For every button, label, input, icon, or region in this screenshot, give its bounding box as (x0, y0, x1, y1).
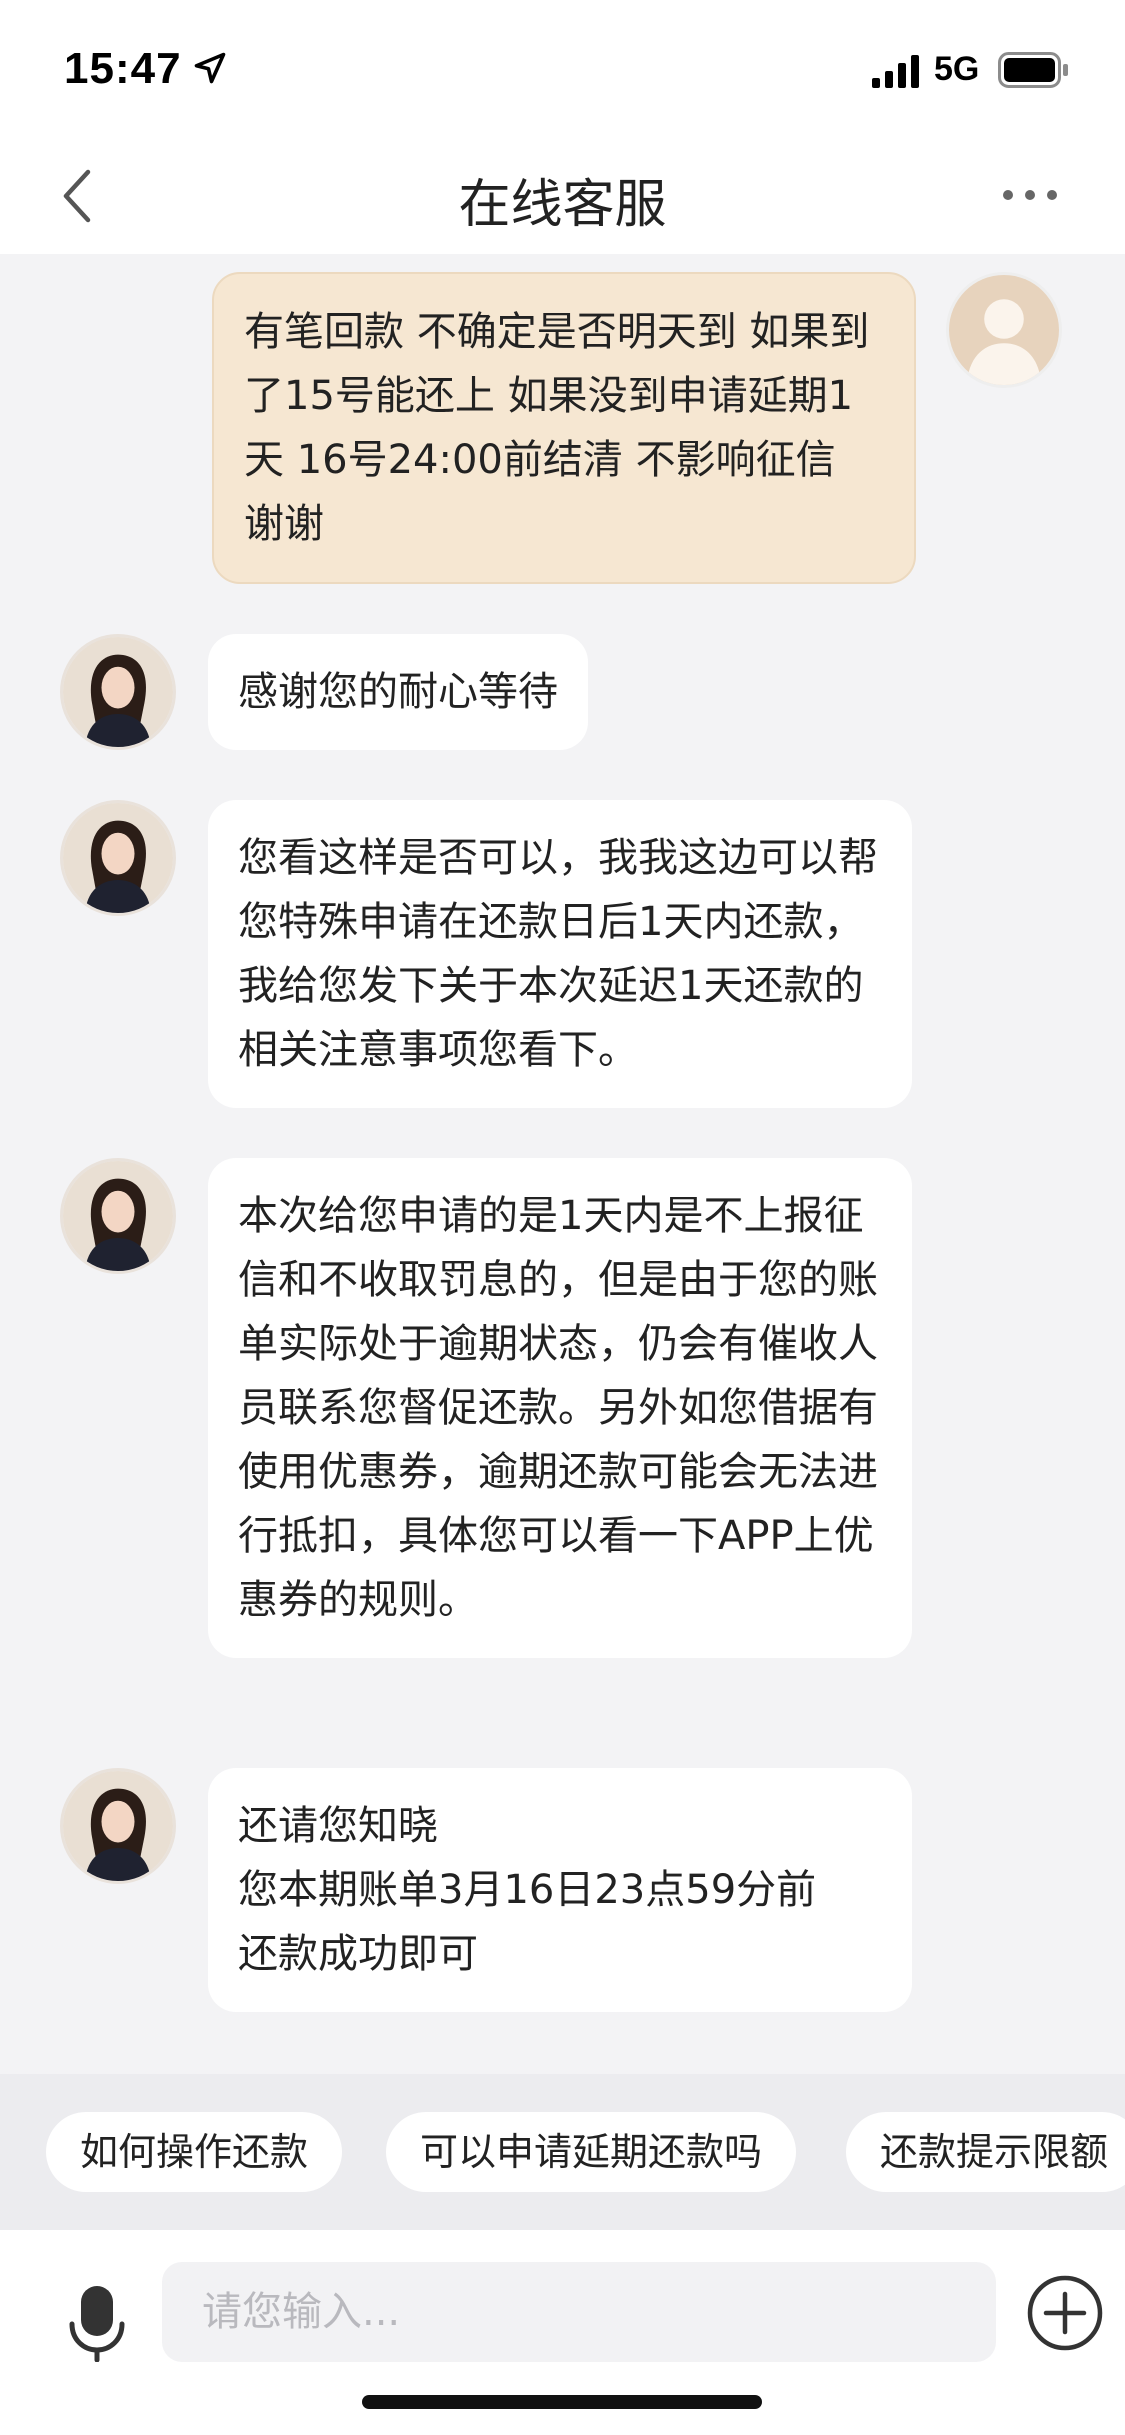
quick-reply-chip[interactable]: 可以申请延期还款吗 (386, 2112, 797, 2192)
message-bubble-agent: 感谢您的耐心等待 (208, 634, 588, 750)
nav-bar: 在线客服 (0, 140, 1125, 254)
user-silhouette-icon (949, 275, 1059, 385)
signal-bars-icon (872, 55, 919, 88)
agent-portrait-icon (63, 1771, 173, 1881)
page-title: 在线客服 (458, 175, 667, 235)
agent-avatar (60, 1158, 176, 1274)
location-arrow-icon (194, 52, 226, 84)
message-row-agent: 您看这样是否可以，我我这边可以帮您特殊申请在还款日后1天内还款，我给您发下关于本… (0, 800, 1125, 1120)
agent-portrait-icon (63, 1161, 173, 1271)
microphone-icon[interactable] (64, 2282, 130, 2362)
network-type: 5G (934, 50, 980, 88)
user-avatar (946, 272, 1062, 388)
chat-area: 有笔回款 不确定是否明天到 如果到了15号能还上 如果没到申请延期1天 16号2… (0, 254, 1125, 2074)
message-line: 还款成功即可 (238, 1931, 478, 1977)
battery-icon (998, 52, 1068, 88)
message-row-agent: 还请您知晓 您本期账单3月16日23点59分前 还款成功即可 (0, 1768, 1125, 2018)
status-bar: 15:47 5G (0, 0, 1125, 140)
home-indicator (362, 2395, 762, 2409)
message-row-agent: 本次给您申请的是1天内是不上报征信和不收取罚息的，但是由于您的账单实际处于逾期状… (0, 1158, 1125, 1718)
quick-reply-bar: 如何操作还款 可以申请延期还款吗 还款提示限额 (0, 2074, 1125, 2230)
message-bubble-agent: 您看这样是否可以，我我这边可以帮您特殊申请在还款日后1天内还款，我给您发下关于本… (208, 800, 912, 1108)
plus-circle-icon[interactable] (1026, 2274, 1104, 2352)
status-time: 15:47 (64, 44, 182, 93)
agent-avatar (60, 1768, 176, 1884)
message-bubble-agent: 本次给您申请的是1天内是不上报征信和不收取罚息的，但是由于您的账单实际处于逾期状… (208, 1158, 912, 1658)
message-bubble-user: 有笔回款 不确定是否明天到 如果到了15号能还上 如果没到申请延期1天 16号2… (212, 272, 916, 584)
message-bubble-agent: 还请您知晓 您本期账单3月16日23点59分前 还款成功即可 (208, 1768, 912, 2012)
more-dots-icon[interactable] (1000, 180, 1060, 210)
message-input[interactable] (162, 2262, 996, 2362)
agent-portrait-icon (63, 803, 173, 913)
quick-reply-chip[interactable]: 如何操作还款 (46, 2112, 343, 2192)
agent-portrait-icon (63, 637, 173, 747)
agent-avatar (60, 800, 176, 916)
message-row-user: 有笔回款 不确定是否明天到 如果到了15号能还上 如果没到申请延期1天 16号2… (0, 272, 1125, 592)
message-row-agent: 感谢您的耐心等待 (0, 634, 1125, 764)
message-line: 您本期账单3月16日23点59分前 (238, 1867, 817, 1913)
agent-avatar (60, 634, 176, 750)
message-line: 还请您知晓 (238, 1803, 438, 1849)
quick-reply-chip[interactable]: 还款提示限额 (846, 2112, 1125, 2192)
